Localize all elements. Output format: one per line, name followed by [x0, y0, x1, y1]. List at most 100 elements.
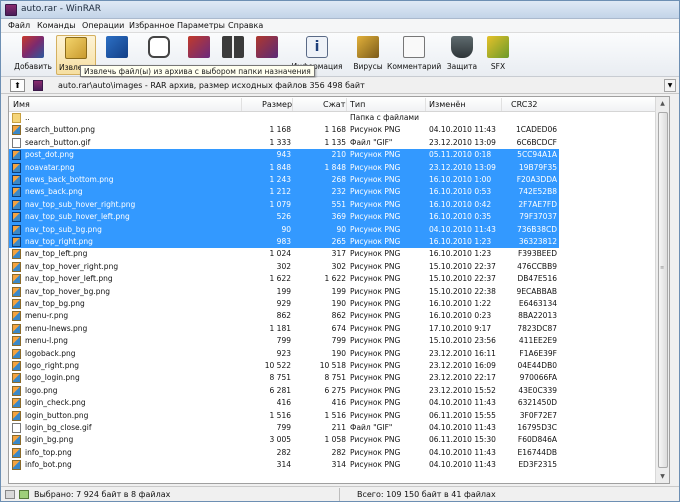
winrar-app-icon: [5, 4, 17, 16]
add-button[interactable]: Добавить: [11, 35, 55, 75]
png-file-icon: [12, 224, 21, 235]
cell-name: search_button.gif: [25, 137, 91, 147]
menu-operations[interactable]: Операции: [82, 21, 124, 30]
column-type[interactable]: Тип: [350, 100, 365, 109]
binoculars-icon: [222, 36, 244, 58]
cell-packed: 1 516: [324, 410, 346, 420]
file-row[interactable]: logoback.png 923 190 Рисунок PNG 23.12.2010 …: [9, 348, 656, 360]
cell-name: nav_top_hover_right.png: [25, 261, 119, 271]
address-dropdown-button[interactable]: ▼: [664, 79, 676, 92]
file-row[interactable]: logo.png 6 281 6 275 Рисунок PNG 23.12.2010 …: [9, 385, 656, 397]
menu-options[interactable]: Параметры: [177, 21, 225, 30]
cell-size: 1 079: [269, 199, 291, 209]
cell-modified: 16.10.2010 0:35: [429, 212, 492, 222]
cell-name: info_bot.png: [25, 460, 72, 470]
cell-type: Рисунок PNG: [350, 212, 401, 222]
menu-file[interactable]: Файл: [8, 21, 30, 30]
file-row[interactable]: nav_top_sub_hover_left.png 526 369 Рисунок …: [9, 211, 656, 224]
file-row[interactable]: search_button.gif 1 333 1 135 Файл "GIF" 23.…: [9, 137, 656, 149]
cell-size: 90: [281, 224, 291, 234]
png-file-icon: [12, 274, 21, 285]
column-crc32[interactable]: CRC32: [511, 100, 538, 109]
file-row[interactable]: nav_top_sub_hover_right.png 1 079 551 Рисун…: [9, 198, 656, 212]
png-file-icon: [12, 361, 21, 371]
column-separator[interactable]: [241, 98, 242, 111]
cell-size: 1 024: [269, 249, 291, 259]
cell-type: Рисунок PNG: [350, 274, 401, 284]
file-row[interactable]: menu-l.png 799 799 Рисунок PNG 15.10.2010 23…: [9, 335, 656, 347]
cell-name: nav_top_left.png: [25, 249, 88, 259]
cell-packed: 282: [331, 447, 346, 457]
file-row[interactable]: post_dot.png 943 210 Рисунок PNG 05.11.2010 …: [9, 149, 656, 162]
column-packed[interactable]: Сжат: [323, 100, 345, 109]
cell-size: 799: [276, 336, 291, 346]
cell-type: Рисунок PNG: [350, 410, 401, 420]
column-modified[interactable]: Изменён: [429, 100, 466, 109]
cell-size: 1 243: [269, 175, 291, 184]
scroll-up-arrow[interactable]: ▲: [656, 97, 669, 110]
info-icon: i: [306, 36, 328, 58]
scroll-down-arrow[interactable]: ▼: [656, 470, 669, 483]
file-row[interactable]: nav_top_hover_right.png 302 302 Рисунок PNG…: [9, 261, 656, 273]
file-row[interactable]: login_bg.png 3 005 1 058 Рисунок PNG 06.11.2…: [9, 434, 656, 446]
file-row[interactable]: search_button.png 1 168 1 168 Рисунок PNG 04…: [9, 124, 656, 136]
column-size[interactable]: Размер: [262, 100, 292, 109]
cell-type: Рисунок PNG: [350, 162, 401, 172]
file-row[interactable]: noavatar.png 1 848 1 848 Рисунок PNG 23.12.2…: [9, 161, 656, 174]
png-file-icon: [12, 410, 21, 421]
cell-type: Рисунок PNG: [350, 373, 401, 383]
cell-packed: 416: [331, 398, 346, 408]
column-separator[interactable]: [425, 98, 426, 111]
png-file-icon: [12, 460, 21, 471]
sfx-button[interactable]: SFX: [483, 35, 513, 75]
column-name[interactable]: Имя: [13, 100, 30, 109]
file-row[interactable]: login_bg_close.gif 799 211 Файл "GIF" 04.10.…: [9, 422, 656, 434]
column-separator[interactable]: [346, 98, 347, 111]
menu-commands[interactable]: Команды: [37, 21, 76, 30]
file-row[interactable]: logo_right.png 10 522 10 518 Рисунок PNG 23.…: [9, 360, 656, 372]
cell-crc: 04E44DB0: [517, 361, 557, 370]
cell-packed: 369: [331, 212, 346, 222]
file-row[interactable]: login_button.png 1 516 1 516 Рисунок PNG 06.…: [9, 410, 656, 422]
menu-help[interactable]: Справка: [228, 21, 263, 30]
cell-size: 1 516: [269, 410, 291, 420]
cell-name: nav_top_sub_hover_right.png: [25, 199, 136, 209]
file-row[interactable]: .. Папка с файлами: [9, 112, 656, 124]
menu-bar: Файл Команды Операции Избранное Параметр…: [1, 19, 679, 33]
file-row[interactable]: menu-lnews.png 1 181 674 Рисунок PNG 17.10.2…: [9, 323, 656, 335]
vertical-scrollbar[interactable]: ▲ ≡ ▼: [655, 97, 669, 483]
file-row[interactable]: login_check.png 416 416 Рисунок PNG 04.10.20…: [9, 397, 656, 409]
cell-crc: E6463134: [518, 299, 557, 308]
up-folder-button[interactable]: ⬆: [10, 79, 25, 92]
file-row[interactable]: menu-r.png 862 862 Рисунок PNG 16.10.2010 0:…: [9, 310, 656, 322]
file-row[interactable]: news_back.png 1 212 232 Рисунок PNG 16.10.20…: [9, 186, 656, 199]
cell-packed: 232: [331, 187, 346, 197]
cell-name: info_top.png: [25, 447, 72, 457]
file-row[interactable]: logo_login.png 8 751 8 751 Рисунок PNG 23.12…: [9, 372, 656, 384]
protect-button[interactable]: Защита: [443, 35, 481, 75]
file-row[interactable]: nav_top_left.png 1 024 317 Рисунок PNG 16.10…: [9, 248, 656, 260]
virus-scan-button[interactable]: Вирусы: [351, 35, 385, 75]
file-row[interactable]: info_bot.png 314 314 Рисунок PNG 04.10.2010 …: [9, 459, 656, 471]
file-row[interactable]: nav_top_bg.png 929 190 Рисунок PNG 16.10.201…: [9, 298, 656, 310]
comment-icon: [403, 36, 425, 58]
menu-favorites[interactable]: Избранное: [129, 21, 174, 30]
cell-size: 799: [276, 423, 291, 432]
cell-size: 983: [276, 237, 291, 246]
cell-crc: 36323812: [518, 237, 557, 246]
file-row[interactable]: nav_top_hover_left.png 1 622 1 622 Рисунок …: [9, 273, 656, 285]
file-row[interactable]: nav_top_right.png 983 265 Рисунок PNG 16.10.…: [9, 236, 656, 249]
scroll-thumb[interactable]: [658, 112, 668, 468]
cell-packed: 302: [331, 261, 346, 271]
comment-button[interactable]: Комментарий: [387, 35, 441, 75]
column-separator[interactable]: [501, 98, 502, 111]
cell-size: 416: [276, 398, 291, 408]
column-separator[interactable]: [292, 98, 293, 111]
cell-name: nav_top_sub_bg.png: [25, 224, 102, 234]
file-row[interactable]: nav_top_sub_bg.png 90 90 Рисунок PNG 04.10.2…: [9, 223, 656, 236]
cell-type: Рисунок PNG: [350, 237, 401, 246]
file-row[interactable]: news_back_bottom.png 1 243 268 Рисунок PNG 1…: [9, 174, 656, 187]
file-row[interactable]: nav_top_hover_bg.png 199 199 Рисунок PNG 15.…: [9, 286, 656, 298]
file-row[interactable]: info_top.png 282 282 Рисунок PNG 04.10.2010 …: [9, 447, 656, 459]
cell-type: Рисунок PNG: [350, 261, 401, 271]
